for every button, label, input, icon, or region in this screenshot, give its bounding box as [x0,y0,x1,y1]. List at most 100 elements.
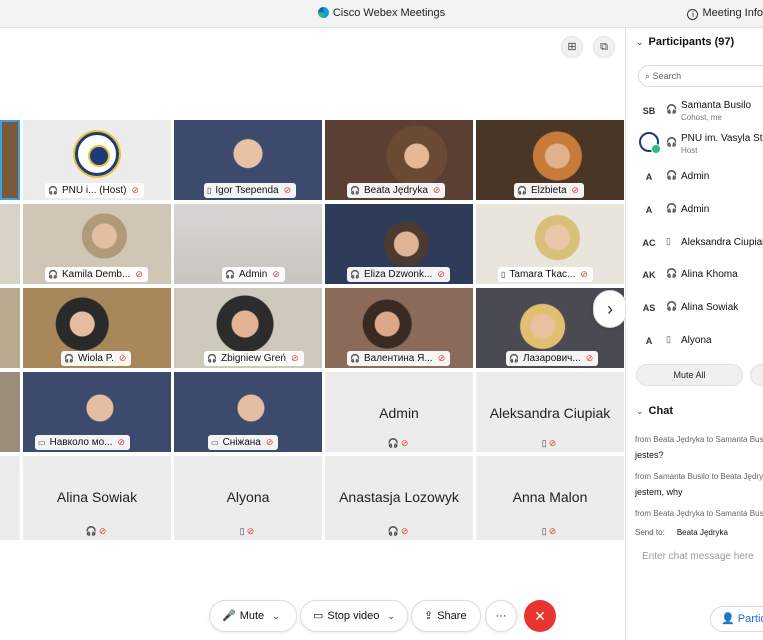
muted-mic-icon: ⊘ [135,269,143,279]
participant-row[interactable]: A ▯ Alyona [626,326,763,356]
video-tile[interactable]: Aleksandra Ciupiak ▯⊘ [476,372,624,452]
mute-all-button[interactable]: Mute All [636,364,743,386]
participant-search-input[interactable]: ⌕ Search [638,65,763,87]
chat-message-meta: from Samanta Busilo to Beata Jędryka [635,472,763,481]
video-tile[interactable]: ▯ Tamara Tkac... ⊘ [476,204,624,284]
more-options-button[interactable]: ··· [485,600,517,632]
headset-icon: 🎧 [48,270,58,279]
phone-icon: ▯ [239,526,247,536]
chat-header[interactable]: ⌄ Chat [636,405,673,417]
stop-video-button[interactable]: ▭ Stop video ⌄ [300,600,408,632]
info-icon: i [687,9,699,20]
participant-row[interactable]: 🎧 PNU im. Vasyla Stefanyka Host [626,129,763,159]
video-tile[interactable]: 🎧 Валентина Я... ⊘ [325,288,473,368]
video-tile-partial[interactable] [0,372,20,452]
video-tile[interactable]: Alina Sowiak 🎧⊘ [23,456,171,540]
participant-row[interactable]: SB 🎧 Samanta Busilo Cohost, me [626,96,763,126]
video-tile[interactable]: Anastasja Lozowyk 🎧⊘ [325,456,473,540]
avatar: SB [642,106,656,116]
side-panel: ⌄ Participants (97) ⌕ Search SB 🎧 Samanta… [625,28,763,640]
layout-button[interactable]: ⧉ [593,36,615,58]
tile-status-icons: ▯⊘ [174,526,322,537]
avatar: AC [642,238,656,248]
video-tile-partial[interactable] [0,456,20,540]
tile-status-icons: ▯⊘ [476,438,624,449]
headset-icon: 🎧 [509,354,519,363]
video-tile[interactable]: 🎧 Kamila Demb... ⊘ [23,204,171,284]
video-tile[interactable]: Admin 🎧⊘ [325,372,473,452]
participant-row[interactable]: A 🎧 Admin [626,162,763,192]
microphone-icon: 🎤 [222,610,236,622]
chevron-down-icon[interactable]: ⌄ [387,601,395,631]
participants-header[interactable]: ⌄ Participants (97) [636,36,734,48]
video-tile[interactable]: ▯ Igor Tsependa ⊘ [174,120,322,200]
phone-icon: ▯ [541,526,549,536]
participants-panel-button[interactable]: 👤 Participants [710,606,763,632]
tile-status-icons: ▯⊘ [476,526,624,537]
video-tile[interactable]: 🎧 Elzbieta ⊘ [476,120,624,200]
tile-name-label: 🎧 Zbigniew Greń ⊘ [204,351,304,366]
muted-mic-icon: ⊘ [437,353,446,363]
phone-icon: ▯ [541,438,549,448]
headset-icon: 🎧 [666,203,678,213]
chat-message-text: jestes? [635,450,664,460]
participant-name: Aleksandra Ciupiak [489,405,611,421]
muted-mic-icon: ⊘ [291,353,299,363]
video-tile[interactable]: ▭ Навколо мо... ⊘ [23,372,171,452]
video-tile[interactable]: 🎧 PNU i... (Host) ⊘ [23,120,171,200]
video-device-icon: ▯ [207,186,212,195]
unmute-all-button[interactable] [750,364,763,386]
video-tile[interactable]: 🎧 Zbigniew Greń ⊘ [174,288,322,368]
tile-name-label: ▯ Igor Tsependa ⊘ [204,183,297,198]
video-tile[interactable]: 🎧 Eliza Dzwonk... ⊘ [325,204,473,284]
muted-mic-icon: ⊘ [571,185,580,195]
share-button[interactable]: ⇪ Share [411,600,481,632]
chat-message-meta: from Beata Jędryka to Samanta Busilo [635,435,763,444]
video-tile-partial[interactable] [0,288,20,368]
tile-name-label: 🎧 Eliza Dzwonk... ⊘ [347,267,450,282]
participant-name: Alina Sowiak [56,489,138,505]
muted-mic-icon: ⊘ [400,526,411,536]
participant-row[interactable]: AK 🎧 Alina Khoma [626,260,763,290]
video-tile[interactable]: ▭ Сніжана ⊘ [174,372,322,452]
participant-name: Anastasja Lozowyk [339,489,459,505]
video-tile[interactable]: 🎧 Admin ⊘ [174,204,322,284]
participant-row[interactable]: A 🎧 Admin [626,195,763,225]
muted-mic-icon: ⊘ [118,353,127,363]
avatar: A [645,172,653,182]
headset-icon: 🎧 [517,186,527,195]
meeting-info-button[interactable]: i Meeting Info [687,7,763,20]
headset-icon: 🎧 [225,270,235,279]
headset-icon: 🎧 [666,268,678,278]
avatar: A [645,205,653,215]
end-meeting-button[interactable]: ✕ [524,600,556,632]
grid-view-button[interactable]: ⊞ [561,36,583,58]
tile-name-label: 🎧 Admin ⊘ [222,267,285,282]
chat-message-input[interactable]: Enter chat message here [642,551,763,569]
screen-icon: ▭ [211,438,219,447]
headset-icon: 🎧 [666,301,678,311]
chevron-down-icon[interactable]: ⌄ [272,601,280,631]
muted-mic-icon: ⊘ [580,269,588,279]
layout-icon: ⧉ [600,41,608,53]
mute-button[interactable]: 🎤 Mute ⌄ [209,600,297,632]
window-title: Cisco Webex Meetings [0,7,763,19]
video-tile[interactable]: Alyona ▯⊘ [174,456,322,540]
meeting-controls-bar: 🎤 Mute ⌄ ▭ Stop video ⌄ ⇪ Share ··· ✕ [0,590,625,640]
tile-name-label: ▭ Сніжана ⊘ [208,435,279,450]
participant-row[interactable]: AC ▯ Aleksandra Ciupiak [626,228,763,258]
next-page-button[interactable]: › [593,290,627,328]
send-to-selector[interactable]: Send to: Beata Jędryka [635,528,728,537]
video-tile[interactable]: 🎧 Beata Jędryka ⊘ [325,120,473,200]
video-tile-partial[interactable] [0,204,20,284]
tile-status-icons: 🎧⊘ [23,526,171,537]
tile-status-icons: 🎧⊘ [325,438,473,449]
muted-mic-icon: ⊘ [432,185,441,195]
muted-mic-icon: ⊘ [246,526,257,536]
participant-row[interactable]: AS 🎧 Alina Sowiak [626,293,763,323]
video-tile[interactable]: Anna Malon ▯⊘ [476,456,624,540]
headset-icon: 🎧 [350,354,360,363]
video-tile-partial[interactable] [0,120,20,200]
video-tile[interactable]: 🎧 Wiola P. ⊘ [23,288,171,368]
tile-name-label: 🎧 Beata Jędryka ⊘ [347,183,446,198]
